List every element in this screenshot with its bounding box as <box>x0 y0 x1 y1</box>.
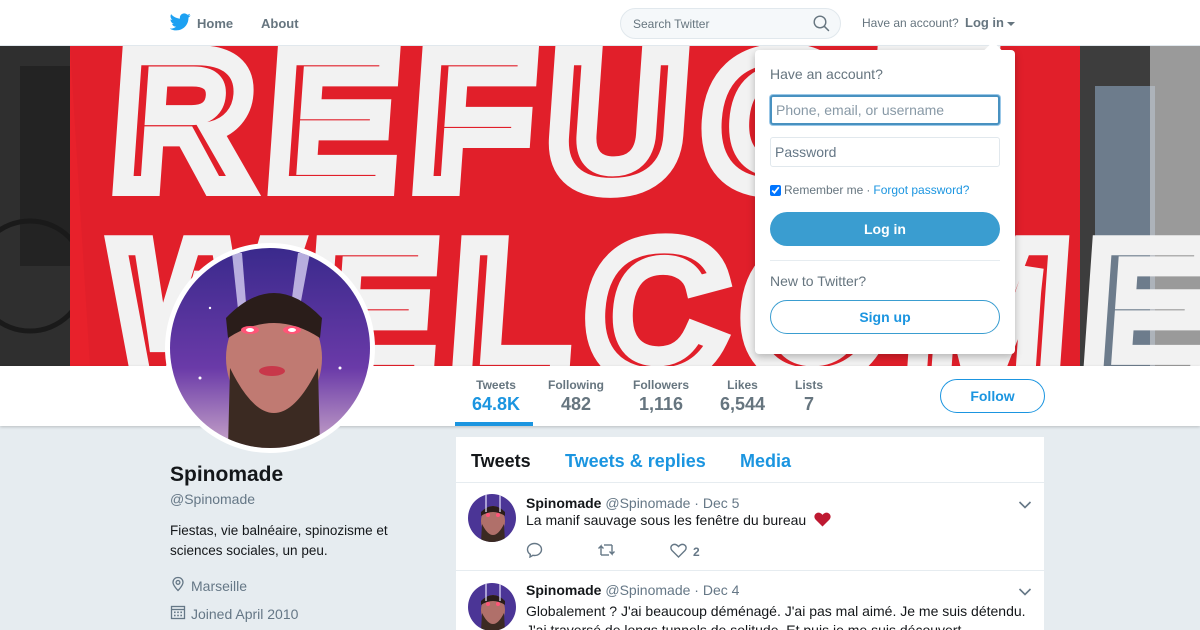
nav-about[interactable]: About <box>261 16 299 31</box>
stat-value: 64.8K <box>472 394 521 414</box>
login-dropdown: Have an account? Remember me · Forgot pa… <box>755 41 1015 354</box>
have-account-text: Have an account? <box>862 16 959 30</box>
signup-button[interactable]: Sign up <box>770 300 1000 334</box>
remember-me-label[interactable]: Remember me <box>784 183 863 197</box>
stat-following[interactable]: Following 482 <box>548 378 604 415</box>
tweet-actions: 2 <box>526 542 754 561</box>
stat-followers[interactable]: Followers 1,116 <box>633 378 689 415</box>
nav-home-label: Home <box>197 16 234 31</box>
timeline-tabs: Tweets Tweets & replies Media <box>456 437 1044 483</box>
location-pin-icon <box>170 576 186 595</box>
tweet-text-content: La manif sauvage sous les fenêtre du bur… <box>526 512 807 528</box>
tweet-text: La manif sauvage sous les fenêtre du bur… <box>526 511 1032 532</box>
tweet[interactable]: Spinomade @Spinomade · Dec 4 Globalement… <box>456 572 1044 630</box>
remember-me-row: Remember me · Forgot password? <box>770 183 969 197</box>
tweet-author-name[interactable]: Spinomade <box>526 495 601 511</box>
like-button[interactable]: 2 <box>670 543 700 561</box>
tweet-author-handle[interactable]: @Spinomade <box>605 582 690 598</box>
location-text: Marseille <box>191 577 248 594</box>
retweet-icon <box>597 543 616 560</box>
avatar-image <box>170 248 370 448</box>
stat-value: 6,544 <box>720 394 766 414</box>
tweet-avatar[interactable] <box>468 583 516 630</box>
stat-label: Lists <box>795 378 824 392</box>
stat-value: 1,116 <box>638 394 684 414</box>
stat-lists[interactable]: Lists 7 <box>795 378 823 415</box>
joined-text: Joined April 2010 <box>191 605 299 622</box>
twitter-bird-icon <box>169 13 191 34</box>
profile-avatar[interactable] <box>165 243 375 453</box>
like-count: 2 <box>693 544 700 559</box>
search-box <box>620 8 841 39</box>
reply-button[interactable] <box>526 542 543 561</box>
new-to-twitter-text: New to Twitter? <box>770 273 867 289</box>
tweet[interactable]: Spinomade @Spinomade · Dec 5 La manif sa… <box>456 483 1044 571</box>
tweet-author-name[interactable]: Spinomade <box>526 582 601 598</box>
profile-bio: Fiestas, vie balnéaire, spinozisme et sc… <box>170 523 388 558</box>
tab-tweets[interactable]: Tweets <box>471 451 531 472</box>
tweet-header: Spinomade @Spinomade · Dec 5 <box>526 495 739 511</box>
remember-me-checkbox[interactable] <box>770 184 781 196</box>
stat-value: 482 <box>560 394 592 414</box>
tweet-avatar[interactable] <box>468 494 516 542</box>
tab-media[interactable]: Media <box>740 451 791 472</box>
login-dropdown-title: Have an account? <box>770 66 883 82</box>
stat-likes[interactable]: Likes 6,544 <box>720 378 765 415</box>
top-navigation: Home About Have an account? Log in <box>0 0 1200 46</box>
active-stat-underline <box>455 422 533 426</box>
login-link-label: Log in <box>965 15 1004 30</box>
stat-value: 7 <box>804 394 815 414</box>
calendar-icon <box>170 604 186 623</box>
login-button[interactable]: Log in <box>770 212 1000 246</box>
stat-tweets[interactable]: Tweets 64.8K <box>472 378 520 415</box>
separator-dot: · <box>866 183 871 197</box>
stat-label: Tweets <box>476 378 516 392</box>
tweet-author-handle[interactable]: @Spinomade <box>605 495 690 511</box>
search-input[interactable] <box>621 9 801 38</box>
retweet-button[interactable] <box>597 543 616 560</box>
profile-name[interactable]: Spinomade <box>170 463 283 487</box>
tweet-text: Globalement ? J'ai beaucoup déménagé. J'… <box>526 603 1026 630</box>
heart-outline-icon <box>670 543 687 561</box>
stat-label: Followers <box>633 378 690 392</box>
profile-location: Marseille <box>170 576 247 595</box>
username-input[interactable] <box>770 95 1000 125</box>
dropdown-divider <box>770 260 1000 261</box>
search-icon[interactable] <box>813 15 830 37</box>
nav-home[interactable]: Home <box>169 13 234 34</box>
password-input[interactable] <box>770 137 1000 167</box>
stat-label: Likes <box>727 378 758 392</box>
caret-down-icon <box>1007 15 1015 30</box>
login-dropdown-toggle[interactable]: Log in <box>965 15 1015 30</box>
tweet-menu-chevron-icon[interactable] <box>1018 584 1032 602</box>
tweet-header: Spinomade @Spinomade · Dec 4 <box>526 582 739 598</box>
follow-button[interactable]: Follow <box>940 379 1045 413</box>
profile-joined: Joined April 2010 <box>170 604 298 623</box>
tab-tweets-replies[interactable]: Tweets & replies <box>565 451 706 472</box>
timeline: Tweets Tweets & replies Media Spinomade … <box>456 437 1044 630</box>
forgot-password-link[interactable]: Forgot password? <box>873 183 969 197</box>
profile-handle[interactable]: @Spinomade <box>170 491 255 507</box>
tweet-date[interactable]: · Dec 4 <box>694 582 739 598</box>
reply-icon <box>526 542 543 561</box>
tweet-date[interactable]: · Dec 5 <box>694 495 739 511</box>
red-heart-emoji-icon <box>814 512 831 532</box>
stat-label: Following <box>548 378 604 392</box>
